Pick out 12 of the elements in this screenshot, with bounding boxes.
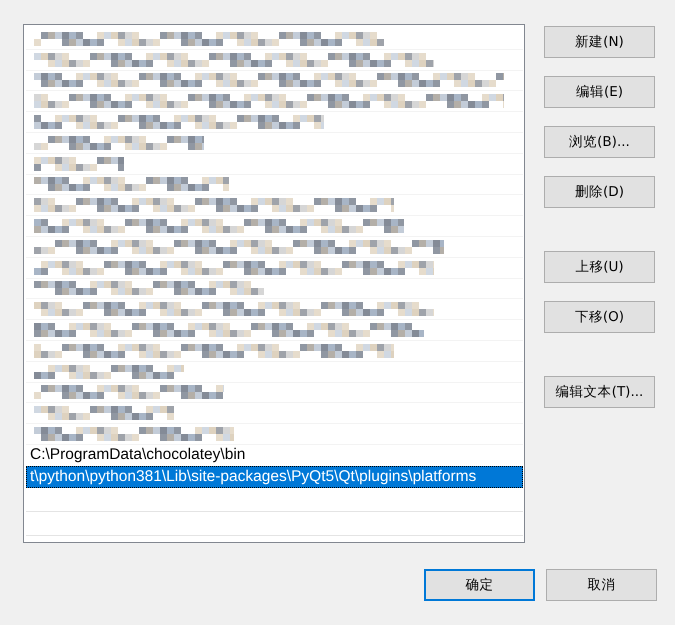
side-button[interactable]: 上移(U) — [544, 251, 655, 283]
path-item[interactable]: t\python\python381\Lib\site-packages\PyQt5\Qt\plugins\platforms — [26, 466, 523, 488]
side-button[interactable]: 浏览(B)... — [544, 126, 655, 158]
side-button[interactable]: 编辑文本(T)... — [544, 376, 655, 408]
path-list[interactable]: C:\ProgramData\chocolatey\bin t\python\python381\Lib\site-packages\PyQt5\Qt\plugins\platforms — [23, 24, 525, 543]
side-button[interactable]: 下移(O) — [544, 301, 655, 333]
side-button[interactable]: 新建(N) — [544, 26, 655, 58]
side-button[interactable]: 编辑(E) — [544, 76, 655, 108]
cancel-button[interactable]: 取消 — [546, 569, 657, 601]
ok-button[interactable]: 确定 — [424, 569, 535, 601]
path-item[interactable]: C:\ProgramData\chocolatey\bin — [26, 444, 523, 466]
side-button[interactable]: 删除(D) — [544, 176, 655, 208]
